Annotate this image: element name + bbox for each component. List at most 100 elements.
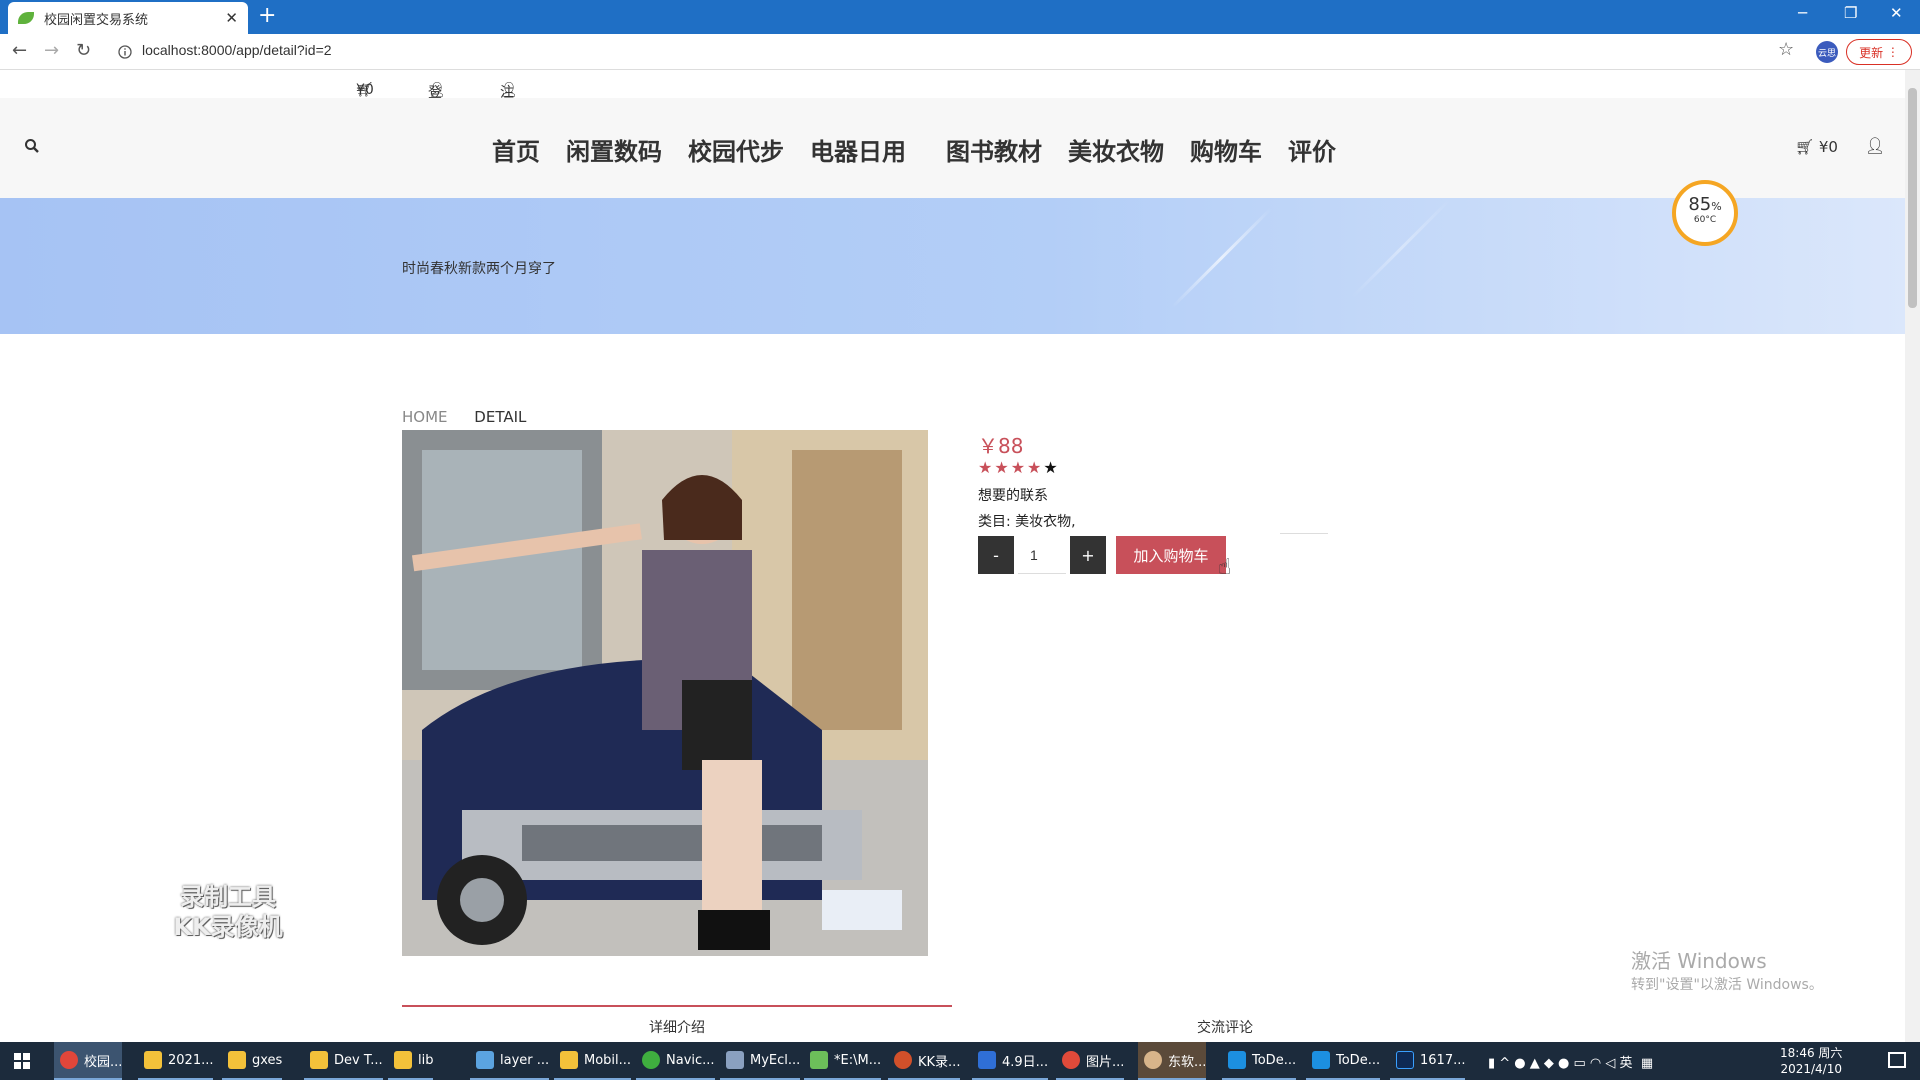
update-label: 更新 (1859, 45, 1884, 60)
recorder-watermark-line2: KK录像机 (173, 913, 283, 941)
notification-icon[interactable] (1888, 1052, 1906, 1068)
header-cart-link[interactable]: 🛒︎ ¥0 (1795, 138, 1838, 156)
scrollbar-thumb[interactable] (1908, 88, 1917, 308)
gauge-percent-unit: % (1711, 200, 1722, 213)
reload-icon[interactable]: ↻ (76, 40, 91, 61)
taskbar-item[interactable]: 4.9日... (972, 1042, 1049, 1080)
taskbar-item-label: 东软... (1168, 1054, 1207, 1070)
product-rating: ★★★★★ (978, 458, 1060, 477)
nav-item-beauty-clothing[interactable]: 美妆衣物 (1068, 132, 1164, 167)
taskbar-item[interactable]: layer ... (470, 1042, 550, 1080)
taskbar-item-label: Dev T... (334, 1052, 383, 1068)
top-mini-bar: 🛒︎ ¥0 👤︎登录 👤︎注册 (0, 70, 1905, 121)
cart-icon: 🛒︎ (1795, 138, 1815, 156)
nav-item-cart[interactable]: 购物车 (1190, 132, 1262, 167)
forward-arrow-icon[interactable]: → (44, 40, 59, 61)
nav-item-transport[interactable]: 校园代步 (688, 132, 784, 167)
update-button[interactable]: 更新 ⋮ (1846, 39, 1912, 65)
folder-icon (394, 1051, 412, 1069)
taskbar-item[interactable]: KK录... (888, 1042, 961, 1080)
folder-icon (310, 1051, 328, 1069)
taskbar-item-label: ToDe... (1336, 1052, 1381, 1068)
gauge-temp: 60°C (1693, 215, 1717, 225)
breadcrumb: HOME DETAIL (402, 408, 526, 426)
address-bar: ← → ↻ localhost:8000/app/detail?id=2 ☆ 云… (0, 34, 1920, 70)
taskbar-item[interactable]: MyEcl... (720, 1042, 801, 1080)
product-image (402, 430, 928, 956)
star-icon: ★ (994, 458, 1011, 477)
tray-icons[interactable]: ▮ ^ ● ▲ ◆ ● ▭ ◠ ◁ (1488, 1056, 1620, 1071)
taskbar-item-label: KK录... (918, 1054, 961, 1070)
taskbar-item-label: 4.9日... (1002, 1054, 1049, 1070)
taskbar-item[interactable]: Navic... (636, 1042, 715, 1080)
windows-activation-watermark: 激活 Windows 转到"设置"以激活 Windows。 (1631, 945, 1823, 994)
browser-tab[interactable]: 校园闲置交易系统 ✕ (8, 2, 248, 34)
ime-indicator[interactable]: 英 (1620, 1056, 1633, 1071)
breadcrumb-home[interactable]: HOME (402, 408, 448, 426)
add-to-cart-button[interactable]: 加入购物车 (1116, 536, 1226, 574)
todesk-icon (1312, 1051, 1330, 1069)
search-icon[interactable] (24, 138, 40, 154)
profile-avatar[interactable]: 云思 (1816, 41, 1838, 63)
new-tab-button[interactable]: + (258, 3, 276, 28)
decrease-quantity-button[interactable]: - (978, 536, 1014, 574)
product-category: 类目: 美妆衣物, (978, 514, 1076, 530)
nav-item-digital[interactable]: 闲置数码 (566, 132, 662, 167)
quantity-input[interactable] (1018, 536, 1066, 574)
windows-start-icon[interactable] (14, 1053, 30, 1069)
taskbar-item-label: 1617... (1420, 1052, 1466, 1068)
taskbar-item-label: 校园... (84, 1054, 123, 1070)
navicat-icon (642, 1051, 660, 1069)
photoshop-icon (1396, 1051, 1414, 1069)
taskbar-item[interactable]: 校园... (54, 1042, 123, 1080)
nav-item-reviews[interactable]: 评价 (1288, 132, 1336, 167)
header-cart-total: ¥0 (1818, 138, 1838, 156)
user-icon[interactable]: 👤︎ (1865, 136, 1885, 155)
increase-quantity-button[interactable]: + (1070, 536, 1106, 574)
site-info-icon[interactable] (118, 45, 132, 59)
window-close-icon[interactable]: ✕ (1890, 4, 1903, 22)
tab-comments[interactable]: 交流评论 (1000, 1005, 1450, 1037)
product-description: 想要的联系 (978, 488, 1048, 504)
keyboard-icon[interactable]: ▦ (1637, 1056, 1653, 1071)
taskbar-item[interactable]: 图片... (1056, 1042, 1125, 1080)
taskbar-item[interactable]: *E:\M... (804, 1042, 882, 1080)
taskbar-item[interactable]: gxes (222, 1042, 283, 1080)
breadcrumb-current: DETAIL (474, 408, 527, 426)
windows-taskbar: 校园... 2021... gxes Dev T... lib layer ..… (0, 1042, 1920, 1080)
taskbar-item[interactable]: Mobil... (554, 1042, 632, 1080)
taskbar-item-label: MyEcl... (750, 1052, 801, 1068)
system-tray: ▮ ^ ● ▲ ◆ ● ▭ ◠ ◁ 英 ▦ (1488, 1052, 1653, 1071)
activation-line1: 激活 Windows (1631, 949, 1767, 973)
product-price: ￥88 (978, 434, 1024, 458)
taskbar-item-label: Navic... (666, 1052, 715, 1068)
taskbar-item[interactable]: 1617... (1390, 1042, 1466, 1080)
todesk-icon (1228, 1051, 1246, 1069)
restore-icon[interactable]: ❐ (1844, 4, 1857, 22)
word-icon (978, 1051, 996, 1069)
nav-item-appliances[interactable]: 电器日用 (810, 132, 906, 167)
taskbar-clock[interactable]: 18:46 周六 2021/4/10 (1780, 1045, 1842, 1077)
taskbar-item-label: ToDe... (1252, 1052, 1297, 1068)
taskbar-item[interactable]: ToDe... (1306, 1042, 1381, 1080)
activation-line2: 转到"设置"以激活 Windows。 (1631, 977, 1823, 993)
nav-item-home[interactable]: 首页 (492, 132, 540, 167)
minimize-icon[interactable]: ─ (1798, 4, 1807, 22)
nav-item-books[interactable]: 图书教材 (946, 132, 1042, 167)
taskbar-item-label: *E:\M... (834, 1052, 882, 1068)
mini-cart-total: ¥0 (356, 82, 374, 98)
back-arrow-icon[interactable]: ← (12, 40, 27, 61)
qq-icon (1062, 1051, 1080, 1069)
recorder-watermark-line1: 录制工具 (180, 883, 276, 911)
url-field[interactable]: localhost:8000/app/detail?id=2 (142, 42, 332, 58)
system-monitor-gauge[interactable]: 85% 60°C (1672, 180, 1738, 246)
taskbar-item[interactable]: ToDe... (1222, 1042, 1297, 1080)
taskbar-item[interactable]: 2021... (138, 1042, 214, 1080)
taskbar-item[interactable]: 东软... (1138, 1042, 1207, 1080)
bookmark-star-icon[interactable]: ☆ (1778, 39, 1794, 60)
kk-recorder-icon (894, 1051, 912, 1069)
tab-detail[interactable]: 详细介绍 (402, 1005, 952, 1037)
close-tab-icon[interactable]: ✕ (225, 9, 238, 27)
taskbar-item[interactable]: Dev T... (304, 1042, 383, 1080)
taskbar-item[interactable]: lib (388, 1042, 434, 1080)
